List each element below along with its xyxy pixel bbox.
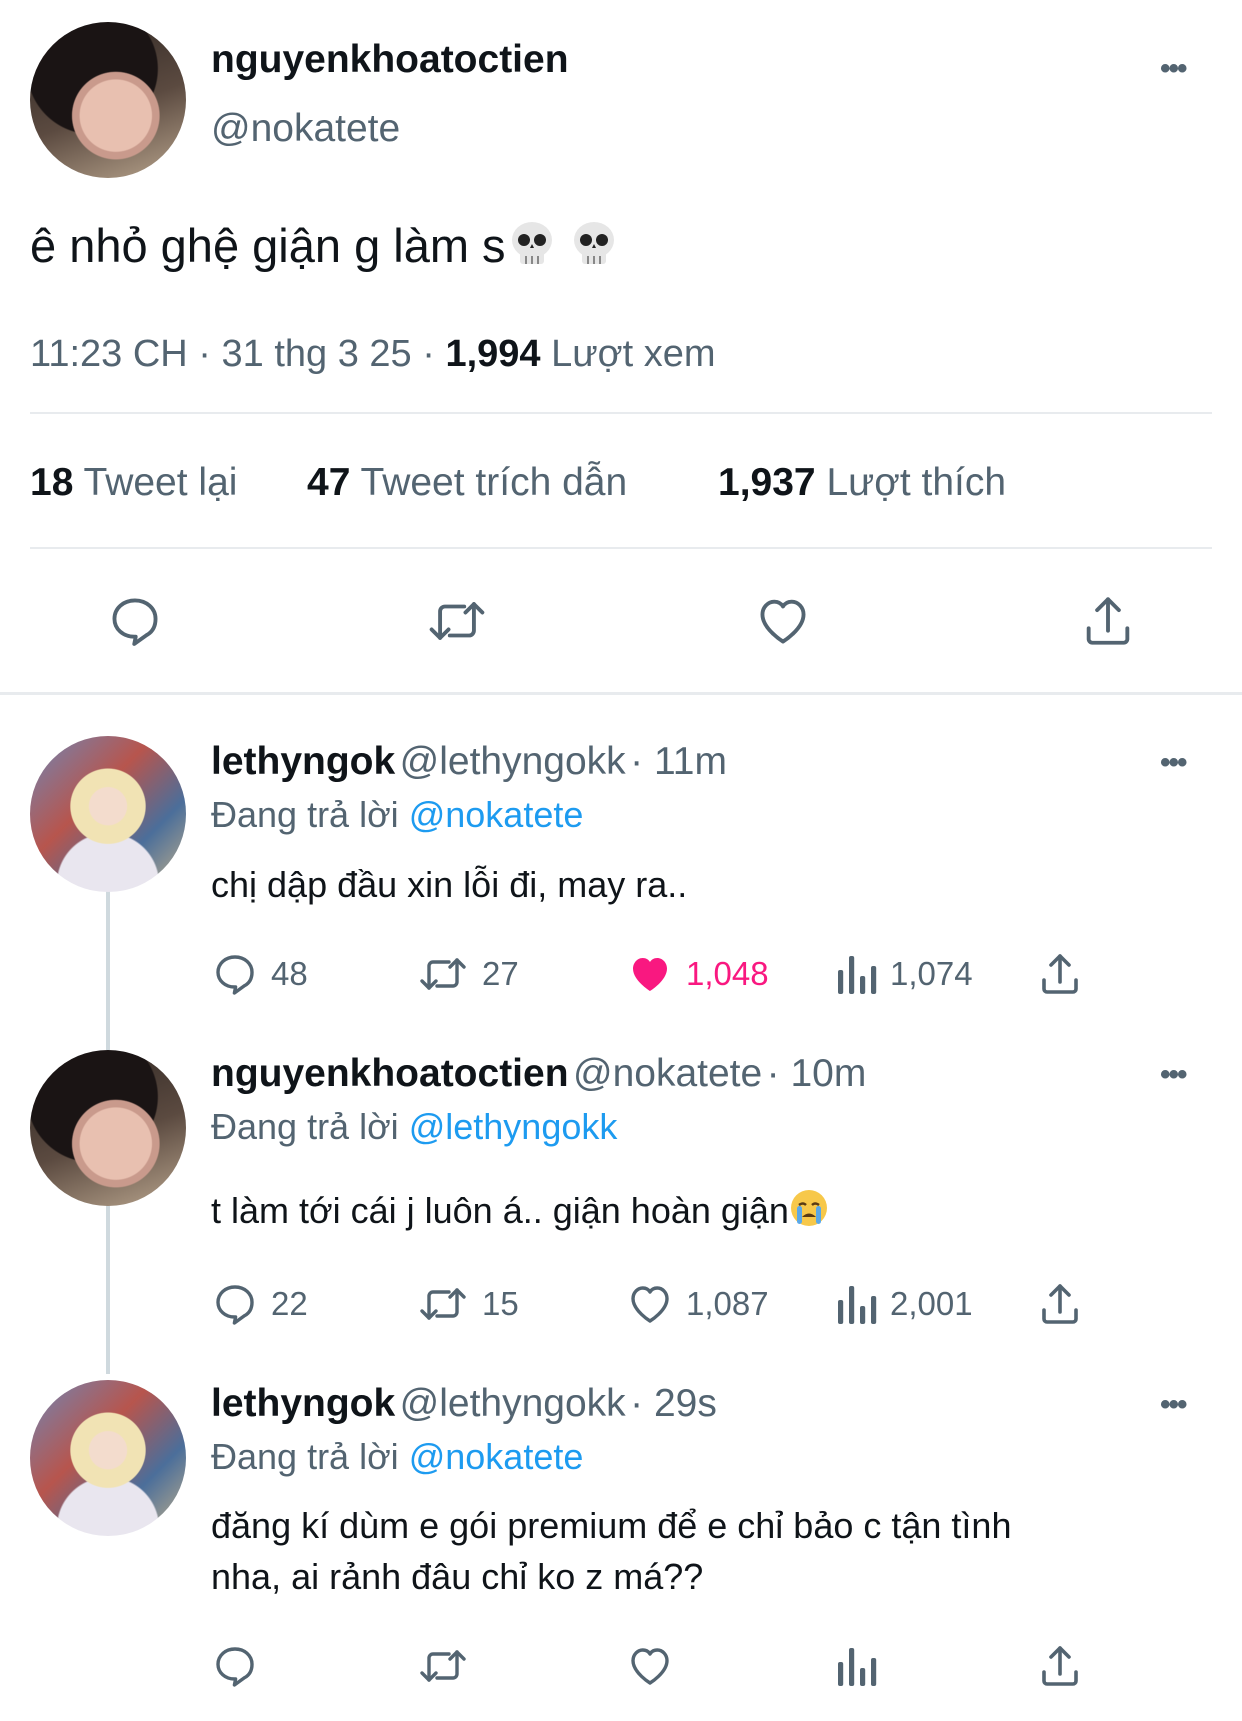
replying-to: Đang trả lời @nokatete: [211, 794, 584, 835]
more-icon[interactable]: •••: [1160, 52, 1187, 86]
reply-icon: [216, 1285, 254, 1325]
main-display-name[interactable]: nguyenkhoatoctien: [211, 38, 569, 82]
retweet-action[interactable]: 27: [416, 950, 519, 998]
reply-handle[interactable]: @lethyngokk: [400, 1382, 626, 1425]
avatar-reply[interactable]: [30, 1050, 186, 1206]
tweet-time[interactable]: 11:23 CH: [30, 333, 188, 375]
reply-header: lethyngok @lethyngokk · 11m: [211, 740, 727, 784]
reply-action[interactable]: [211, 1642, 259, 1690]
views-action[interactable]: 1,074: [834, 950, 973, 998]
thread-line: [106, 1204, 110, 1374]
retweet-icon: [420, 1288, 466, 1320]
mention-link[interactable]: @nokatete: [409, 1436, 584, 1477]
quotes-stat[interactable]: 47 Tweet trích dẫn: [307, 461, 627, 505]
reply-text: t làm tới cái j luôn á.. giận hoàn giận: [211, 1188, 829, 1239]
retweet-icon: [429, 602, 485, 640]
reply-action[interactable]: 48: [211, 950, 308, 998]
reply-handle[interactable]: @lethyngokk: [400, 740, 626, 783]
heart-icon: [631, 1286, 669, 1323]
thread-line: [106, 890, 110, 1050]
reply-text-line-1: đăng kí dùm e gói premium để e chỉ bảo c…: [211, 1505, 1012, 1546]
reply-button[interactable]: [106, 592, 164, 655]
retweet-button[interactable]: [425, 592, 489, 655]
reply-time[interactable]: · 10m: [767, 1052, 867, 1095]
replying-to: Đang trả lời @lethyngokk: [211, 1106, 618, 1147]
reply-display-name[interactable]: lethyngok: [211, 740, 395, 783]
more-icon[interactable]: •••: [1160, 1388, 1187, 1422]
reply-text-line-2: nha, ai rảnh đâu chỉ ko z má??: [211, 1556, 704, 1597]
views-icon: [838, 1648, 877, 1686]
section-divider: [0, 692, 1242, 695]
like-action[interactable]: [626, 1642, 674, 1690]
divider: [30, 547, 1212, 549]
mention-link[interactable]: @lethyngokk: [409, 1106, 618, 1147]
tweet-date[interactable]: 31 thg 3 25: [222, 333, 412, 375]
reply-header: nguyenkhoatoctien @nokatete · 10m: [211, 1052, 866, 1096]
replying-to: Đang trả lời @nokatete: [211, 1436, 584, 1477]
reply-display-name[interactable]: nguyenkhoatoctien: [211, 1052, 569, 1095]
retweets-stat[interactable]: 18 Tweet lại: [30, 461, 237, 505]
main-handle[interactable]: @nokatete: [211, 107, 400, 151]
views-label: Lượt xem: [551, 333, 716, 375]
like-button[interactable]: [754, 592, 812, 655]
retweet-action[interactable]: [416, 1642, 470, 1690]
share-icon: [1086, 597, 1130, 645]
crying-emoji: [789, 1188, 829, 1239]
retweet-icon: [420, 958, 466, 990]
share-icon: [1042, 954, 1078, 994]
avatar-reply[interactable]: [30, 736, 186, 892]
share-icon: [1042, 1646, 1078, 1686]
views-action[interactable]: 2,001: [834, 1280, 973, 1328]
reply-handle[interactable]: @nokatete: [573, 1052, 762, 1095]
mention-link[interactable]: @nokatete: [409, 794, 584, 835]
share-action[interactable]: [1036, 1642, 1084, 1690]
reply-icon: [216, 1647, 254, 1687]
share-action[interactable]: [1036, 1280, 1084, 1328]
heart-icon: [631, 1648, 669, 1685]
share-action[interactable]: [1036, 950, 1084, 998]
reply-time[interactable]: · 29s: [630, 1382, 717, 1425]
skull-emoji: [568, 218, 620, 281]
reply-header: lethyngok @lethyngokk · 29s: [211, 1382, 717, 1426]
reply-action[interactable]: 22: [211, 1280, 308, 1328]
heart-icon: [760, 599, 806, 644]
more-icon[interactable]: •••: [1160, 1058, 1187, 1092]
avatar-main[interactable]: [30, 22, 186, 178]
reply-time[interactable]: · 11m: [630, 740, 727, 783]
more-icon[interactable]: •••: [1160, 746, 1187, 780]
main-tweet-text: ê nhỏ ghệ giận g làm s: [30, 218, 620, 281]
share-button[interactable]: [1079, 592, 1137, 655]
reply-icon: [112, 598, 158, 646]
retweet-action[interactable]: 15: [416, 1280, 519, 1328]
avatar-reply[interactable]: [30, 1380, 186, 1536]
retweet-icon: [420, 1650, 466, 1682]
divider: [30, 412, 1212, 414]
likes-stat[interactable]: 1,937 Lượt thích: [718, 461, 1006, 505]
views-icon: [838, 956, 877, 994]
views-icon: [838, 1286, 877, 1324]
views-count: 1,994: [445, 333, 541, 375]
heart-icon: [633, 958, 667, 991]
tweet-meta: 11:23 CH · 31 thg 3 25 · 1,994 Lượt xem: [30, 333, 716, 375]
reply-text: chị dập đầu xin lỗi đi, may ra..: [211, 864, 688, 905]
reply-icon: [216, 955, 254, 995]
skull-emoji: [506, 218, 558, 281]
like-action[interactable]: 1,087: [626, 1280, 769, 1328]
share-icon: [1042, 1284, 1078, 1324]
like-action[interactable]: 1,048: [626, 950, 769, 998]
reply-display-name[interactable]: lethyngok: [211, 1382, 395, 1425]
views-action[interactable]: [834, 1642, 878, 1690]
